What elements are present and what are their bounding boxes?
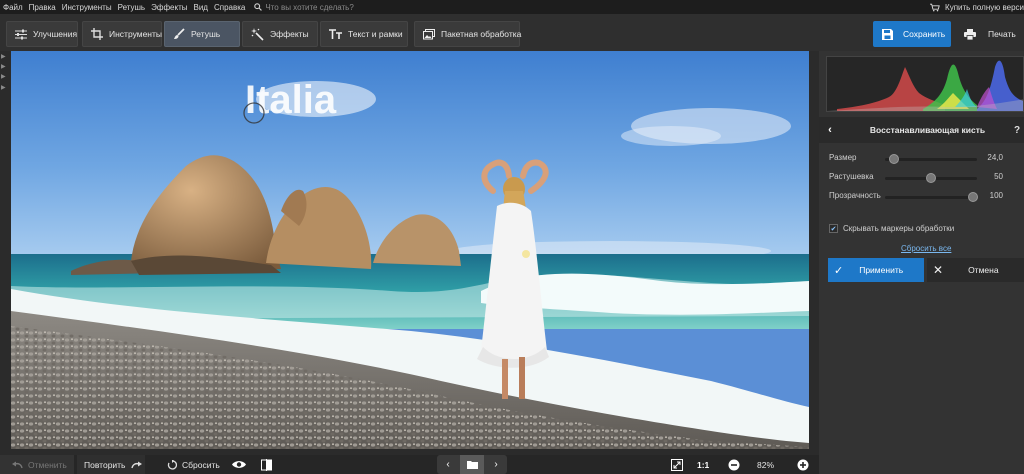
- overlay-text: Italia: [245, 78, 337, 122]
- undo-label: Отменить: [28, 459, 67, 470]
- next-arrow-icon[interactable]: ›: [485, 455, 507, 474]
- save-label: Сохранить: [903, 29, 946, 39]
- undo-icon: [12, 461, 23, 468]
- save-button[interactable]: Сохранить: [873, 21, 951, 47]
- zoom-in-icon[interactable]: [795, 455, 811, 474]
- search-icon: [254, 3, 263, 11]
- eye-icon[interactable]: [229, 455, 249, 474]
- brush-icon: [174, 28, 185, 39]
- close-icon: ✕: [933, 263, 944, 277]
- toolbar: Улучшения Инструменты Ретушь Эффекты Тек…: [0, 14, 1024, 51]
- chevron-right-icon[interactable]: ▶: [1, 84, 6, 91]
- apply-button[interactable]: ✓ Применить: [828, 258, 924, 282]
- tab-tools[interactable]: Инструменты: [82, 21, 162, 47]
- tab-label: Ретушь: [191, 29, 221, 39]
- redo-button[interactable]: Повторить: [77, 455, 145, 474]
- feather-label: Растушевка: [829, 172, 874, 181]
- floppy-icon: [882, 28, 893, 40]
- tab-batch-processing[interactable]: Пакетная обработка: [414, 21, 522, 47]
- batch-icon: [423, 28, 435, 39]
- reset-button[interactable]: Сбросить: [163, 455, 220, 474]
- back-arrow-icon[interactable]: ‹: [819, 124, 841, 136]
- menu-tools[interactable]: Инструменты: [59, 3, 115, 12]
- reset-all-link[interactable]: Сбросить все: [901, 244, 951, 253]
- tab-label: Текст и рамки: [348, 29, 403, 39]
- tool-panel: ‹ Восстанавливающая кисть ? Размер 24,0 …: [819, 51, 1024, 474]
- left-collapse-strip: ▶ ▶ ▶ ▶: [0, 51, 9, 450]
- check-icon: ✓: [834, 264, 844, 277]
- opacity-slider-knob[interactable]: [968, 192, 978, 202]
- compare-icon[interactable]: [257, 455, 275, 474]
- opacity-label: Прозрачность: [829, 191, 881, 200]
- size-label: Размер: [829, 153, 857, 162]
- hide-markers-label: Скрывать маркеры обработки: [843, 224, 955, 233]
- search-box[interactable]: Что вы хотите сделать?: [254, 2, 354, 12]
- size-slider-knob[interactable]: [889, 154, 899, 164]
- opacity-slider-track[interactable]: [885, 196, 977, 199]
- beach-photo: Italia: [11, 51, 809, 449]
- size-value: 24,0: [987, 153, 1003, 162]
- photo-canvas[interactable]: Italia: [11, 51, 809, 449]
- crop-icon: [91, 28, 103, 40]
- text-icon: [329, 28, 342, 39]
- reset-label: Сбросить: [182, 459, 220, 470]
- menu-file[interactable]: Файл: [0, 3, 26, 12]
- buy-label: Купить полную верси: [945, 2, 1024, 12]
- magic-wand-icon: [251, 27, 264, 41]
- actual-size-button[interactable]: 1:1: [697, 455, 709, 474]
- search-placeholder: Что вы хотите сделать?: [265, 2, 354, 12]
- print-button[interactable]: Печать: [956, 21, 1024, 47]
- tool-header: ‹ Восстанавливающая кисть ?: [819, 117, 1024, 143]
- image-navigation: ‹ ›: [437, 455, 507, 474]
- redo-icon: [130, 461, 142, 468]
- help-icon[interactable]: ?: [1014, 125, 1024, 136]
- feather-slider-row: Растушевка 50: [819, 170, 1024, 186]
- zoom-out-icon[interactable]: [726, 455, 742, 474]
- hide-markers-checkbox[interactable]: ✔ Скрывать маркеры обработки: [829, 224, 954, 233]
- menu-view[interactable]: Вид: [190, 3, 210, 12]
- histogram: [826, 56, 1024, 112]
- tab-label: Улучшения: [33, 29, 78, 39]
- chevron-right-icon[interactable]: ▶: [1, 53, 6, 60]
- chevron-right-icon[interactable]: ▶: [1, 73, 6, 80]
- folder-icon[interactable]: [460, 455, 484, 474]
- undo-button[interactable]: Отменить: [0, 455, 74, 474]
- redo-label: Повторить: [84, 459, 126, 470]
- bottom-bar: Отменить Повторить Сбросить ‹ › 1:1 82%: [0, 455, 819, 474]
- tab-label: Пакетная обработка: [441, 29, 522, 39]
- feather-value: 50: [994, 172, 1003, 181]
- opacity-slider-row: Прозрачность 100: [819, 189, 1024, 205]
- tool-title: Восстанавливающая кисть: [869, 125, 986, 135]
- menu-edit[interactable]: Правка: [26, 3, 59, 12]
- menu-effects[interactable]: Эффекты: [148, 3, 190, 12]
- menu-help[interactable]: Справка: [211, 3, 248, 12]
- print-label: Печать: [988, 29, 1016, 39]
- apply-label: Применить: [859, 265, 904, 275]
- tab-effects[interactable]: Эффекты: [242, 21, 318, 47]
- menu-retouch[interactable]: Ретушь: [115, 3, 149, 12]
- cancel-label: Отмена: [968, 265, 999, 275]
- tab-retouch[interactable]: Ретушь: [164, 21, 240, 47]
- zoom-value: 82%: [757, 459, 775, 470]
- feather-slider-knob[interactable]: [926, 173, 936, 183]
- buy-full-version-link[interactable]: Купить полную верси: [926, 0, 1024, 14]
- size-slider-row: Размер 24,0: [819, 151, 1024, 167]
- cancel-button[interactable]: ✕ Отмена: [927, 258, 1024, 282]
- fit-screen-icon[interactable]: [667, 455, 687, 474]
- previous-arrow-icon[interactable]: ‹: [437, 455, 459, 474]
- opacity-value: 100: [989, 191, 1003, 200]
- chevron-right-icon[interactable]: ▶: [1, 63, 6, 70]
- tab-label: Инструменты: [109, 29, 163, 39]
- tab-enhancements[interactable]: Улучшения: [6, 21, 78, 47]
- cart-icon: [930, 3, 940, 11]
- tab-label: Эффекты: [270, 29, 309, 39]
- printer-icon: [964, 28, 976, 40]
- sliders-icon: [15, 29, 27, 39]
- reset-icon: [167, 459, 177, 470]
- checkmark-icon[interactable]: ✔: [829, 224, 838, 233]
- menu-bar: Файл Правка Инструменты Ретушь Эффекты В…: [0, 0, 1024, 14]
- tab-text-frames[interactable]: Текст и рамки: [320, 21, 408, 47]
